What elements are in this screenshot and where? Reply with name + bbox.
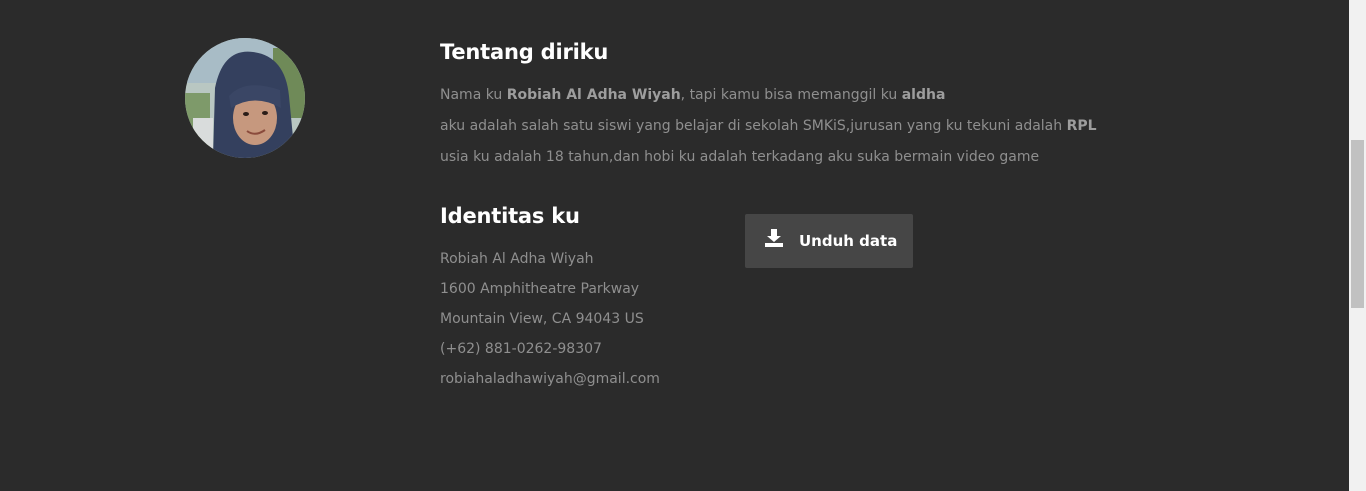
identity-street: 1600 Amphitheatre Parkway <box>440 281 640 297</box>
about-major: RPL <box>1066 118 1097 134</box>
about-name-middle: , tapi kamu bisa memanggil ku <box>680 87 902 103</box>
about-title: Tentang diriku <box>440 40 609 64</box>
identity-city: Mountain View, CA 94043 US <box>440 311 644 327</box>
about-school-line: aku adalah salah satu siswi yang belajar… <box>440 118 1097 134</box>
about-hobby-line: usia ku adalah 18 tahun,dan hobi ku adal… <box>440 149 1040 165</box>
scrollbar-track[interactable] <box>1349 0 1366 491</box>
download-button-label: Unduh data <box>799 232 898 250</box>
about-school-text: aku adalah salah satu siswi yang belajar… <box>440 118 1067 134</box>
scrollbar-thumb[interactable] <box>1351 140 1364 308</box>
identity-email: robiahaladhawiyah@gmail.com <box>440 371 660 387</box>
about-full-name: Robiah Al Adha Wiyah <box>506 87 681 103</box>
identity-name: Robiah Al Adha Wiyah <box>440 251 594 267</box>
avatar <box>185 38 305 158</box>
about-name-line: Nama ku Robiah Al Adha Wiyah, tapi kamu … <box>440 87 945 103</box>
about-nickname: aldha <box>901 87 946 103</box>
download-data-button[interactable]: Unduh data <box>745 214 913 268</box>
about-name-prefix: Nama ku <box>440 87 507 103</box>
identity-phone: (+62) 881-0262-98307 <box>440 341 602 357</box>
profile-photo <box>185 38 305 158</box>
download-icon <box>764 228 784 248</box>
identity-title: Identitas ku <box>440 204 580 228</box>
